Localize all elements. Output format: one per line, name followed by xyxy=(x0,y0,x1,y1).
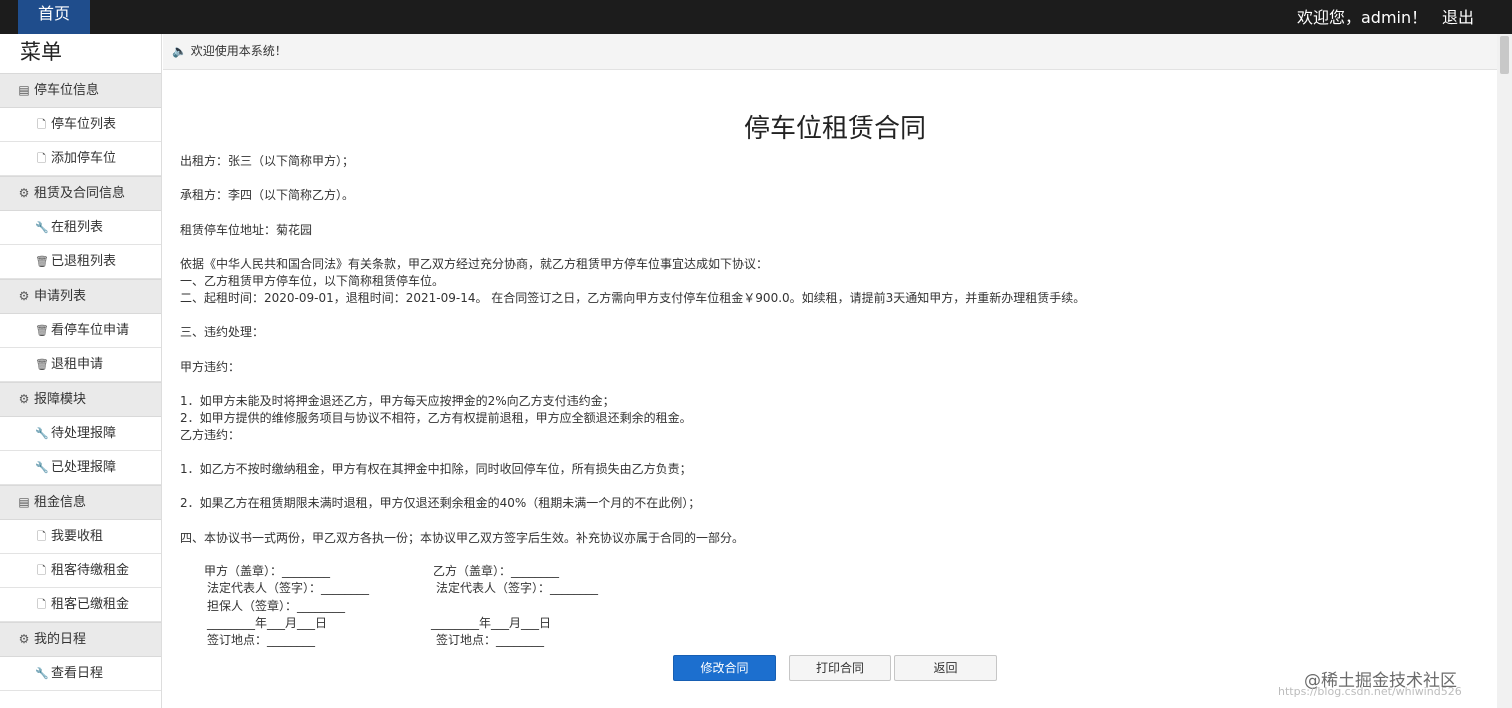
wrench-icon: 🔧 xyxy=(35,221,49,234)
sidebar-item-returned-list[interactable]: 🗑 已退租列表 xyxy=(0,245,161,279)
sidebar-group-applications[interactable]: ⚙ 申请列表 xyxy=(0,279,161,314)
sidebar-item-paid-rent[interactable]: 🗋 租客已缴租金 xyxy=(0,588,161,622)
party-a-date: ________年___月___日 xyxy=(207,616,328,630)
party-a-breach-1: 1．如甲方未能及时将押金退还乙方，甲方每天应按押金的2%向乙方支付违约金； xyxy=(180,394,615,408)
address-line: 租赁停车位地址：菊花园 xyxy=(180,223,313,237)
welcome-text: 欢迎您，admin！ xyxy=(1297,8,1428,27)
guarantor: 担保人（签章）：________ xyxy=(207,599,346,613)
party-a-place: 签订地点：________ xyxy=(207,633,316,647)
sidebar-item-handled-faults[interactable]: 🔧 已处理报障 xyxy=(0,451,161,485)
gear-icon: ⚙ xyxy=(18,392,30,406)
intro-line: 依据《中华人民共和国合同法》有关条款，甲乙双方经过充分协商，就乙方租赁甲方停车位… xyxy=(180,257,769,271)
party-b-representative: 法定代表人（签字）：________ xyxy=(436,581,599,595)
gear-icon: ⚙ xyxy=(18,289,30,303)
file-icon: 🗋 xyxy=(37,152,46,165)
logout-link[interactable]: 退出 xyxy=(1442,4,1474,28)
print-contract-button[interactable]: 打印合同 xyxy=(789,655,891,681)
top-navbar: 首页 欢迎您，admin！ 退出 xyxy=(0,0,1512,34)
speaker-icon: 🔈 xyxy=(172,44,187,58)
sidebar-item-viewing-applications[interactable]: 🗑 看停车位申请 xyxy=(0,314,161,348)
sidebar-item-label: 看停车位申请 xyxy=(51,323,130,338)
party-b-date: ________年___月___日 xyxy=(431,616,552,630)
file-icon: 🗋 xyxy=(37,598,46,611)
sidebar-group-label: 租金信息 xyxy=(34,495,87,510)
gear-icon: ⚙ xyxy=(18,186,30,200)
wrench-icon: 🔧 xyxy=(35,427,49,440)
party-a-breach-2: 2．如甲方提供的维修服务项目与协议不相符，乙方有权提前退租，甲方应全额退还剩余的… xyxy=(180,411,692,425)
sidebar-item-label: 已处理报障 xyxy=(51,460,117,475)
sidebar-group-schedule[interactable]: ⚙ 我的日程 xyxy=(0,622,161,657)
lessor-line: 出租方：张三（以下简称甲方）； xyxy=(180,154,355,168)
trash-icon: 🗑 xyxy=(35,358,49,371)
party-a-seal: 甲方（盖章）：________ xyxy=(204,564,331,578)
table-icon: ▤ xyxy=(18,83,30,97)
party-a-representative: 法定代表人（签字）：________ xyxy=(207,581,370,595)
party-a-breach-heading: 甲方违约： xyxy=(180,360,241,374)
sidebar-group-rent[interactable]: ▤ 租金信息 xyxy=(0,485,161,520)
clause-3: 三、违约处理： xyxy=(180,325,265,339)
menu-title: 菜单 xyxy=(0,34,161,73)
sidebar-group-lease-contract[interactable]: ⚙ 租赁及合同信息 xyxy=(0,176,161,211)
gear-icon: ⚙ xyxy=(18,632,30,646)
sidebar-item-collect-rent[interactable]: 🗋 我要收租 xyxy=(0,520,161,554)
sidebar-item-label: 添加停车位 xyxy=(51,151,117,166)
notice-text: 欢迎使用本系统！ xyxy=(190,44,287,58)
file-icon: 🗋 xyxy=(37,530,46,543)
scrollbar-thumb[interactable] xyxy=(1500,36,1509,74)
sidebar-group-label: 报障模块 xyxy=(34,392,87,407)
clause-4: 四、本协议书一式两份，甲乙双方各执一份；本协议甲乙双方签字后生效。补充协议亦属于… xyxy=(180,531,745,545)
sidebar-item-label: 已退租列表 xyxy=(51,254,117,269)
watermark-url: https://blog.csdn.net/whiwind526 xyxy=(1278,685,1462,698)
file-icon: 🗋 xyxy=(37,564,46,577)
sidebar-item-unpaid-rent[interactable]: 🗋 租客待缴租金 xyxy=(0,554,161,588)
sidebar-item-label: 待处理报障 xyxy=(51,426,117,441)
sidebar-menu: 菜单 ▤ 停车位信息 🗋 停车位列表 🗋 添加停车位 ⚙ 租赁及合同信息 🔧 在租列表 🗑… xyxy=(0,34,162,708)
sidebar-item-label: 退租申请 xyxy=(51,357,104,372)
wrench-icon: 🔧 xyxy=(35,461,49,474)
sidebar-group-label: 申请列表 xyxy=(34,289,87,304)
sidebar-item-parking-list[interactable]: 🗋 停车位列表 xyxy=(0,108,161,142)
sidebar-item-return-applications[interactable]: 🗑 退租申请 xyxy=(0,348,161,382)
edit-contract-button[interactable]: 修改合同 xyxy=(673,655,776,681)
file-icon: 🗋 xyxy=(37,118,46,131)
party-b-breach-heading: 乙方违约： xyxy=(180,428,241,442)
sidebar-group-label: 租赁及合同信息 xyxy=(34,186,126,201)
sidebar-group-faults[interactable]: ⚙ 报障模块 xyxy=(0,382,161,417)
party-b-breach-1: 1．如乙方不按时缴纳租金，甲方有权在其押金中扣除，同时收回停车位，所有损失由乙方… xyxy=(180,462,692,476)
party-b-seal: 乙方（盖章）：________ xyxy=(433,564,560,578)
sidebar-item-label: 租客已缴租金 xyxy=(51,597,130,612)
sidebar-item-label: 停车位列表 xyxy=(51,117,117,132)
lessee-line: 承租方：李四（以下简称乙方）。 xyxy=(180,188,355,202)
sidebar-item-label: 租客待缴租金 xyxy=(51,563,130,578)
sidebar-group-label: 停车位信息 xyxy=(34,83,100,98)
sidebar-item-label: 我要收租 xyxy=(51,529,104,544)
sidebar-item-add-parking[interactable]: 🗋 添加停车位 xyxy=(0,142,161,176)
sidebar-item-pending-faults[interactable]: 🔧 待处理报障 xyxy=(0,417,161,451)
vertical-scrollbar[interactable] xyxy=(1497,34,1512,708)
home-tab[interactable]: 首页 xyxy=(18,0,90,34)
clause-1: 一、乙方租赁甲方停车位，以下简称租赁停车位。 xyxy=(180,274,445,288)
sidebar-item-label: 在租列表 xyxy=(51,220,104,235)
sidebar-group-parking-info[interactable]: ▤ 停车位信息 xyxy=(0,73,161,108)
clause-2: 二、起租时间：2020-09-01，退租时间：2021-09-14。 在合同签订… xyxy=(180,291,1086,305)
wrench-icon: 🔧 xyxy=(35,667,49,680)
sidebar-item-renting-list[interactable]: 🔧 在租列表 xyxy=(0,211,161,245)
trash-icon: 🗑 xyxy=(35,324,49,337)
party-b-breach-2: 2．如果乙方在租赁期限未满时退租，甲方仅退还剩余租金的40%（租期未满一个月的不… xyxy=(180,496,701,510)
party-b-place: 签订地点：________ xyxy=(436,633,545,647)
contract-title: 停车位租赁合同 xyxy=(743,114,926,144)
table-icon: ▤ xyxy=(18,495,30,509)
sidebar-item-label: 查看日程 xyxy=(51,666,104,681)
notice-bar: 🔈 欢迎使用本系统！ xyxy=(163,34,1512,70)
sidebar-group-label: 我的日程 xyxy=(34,632,87,647)
trash-icon: 🗑 xyxy=(35,255,49,268)
back-button[interactable]: 返回 xyxy=(894,655,997,681)
sidebar-item-view-schedule[interactable]: 🔧 查看日程 xyxy=(0,657,161,691)
